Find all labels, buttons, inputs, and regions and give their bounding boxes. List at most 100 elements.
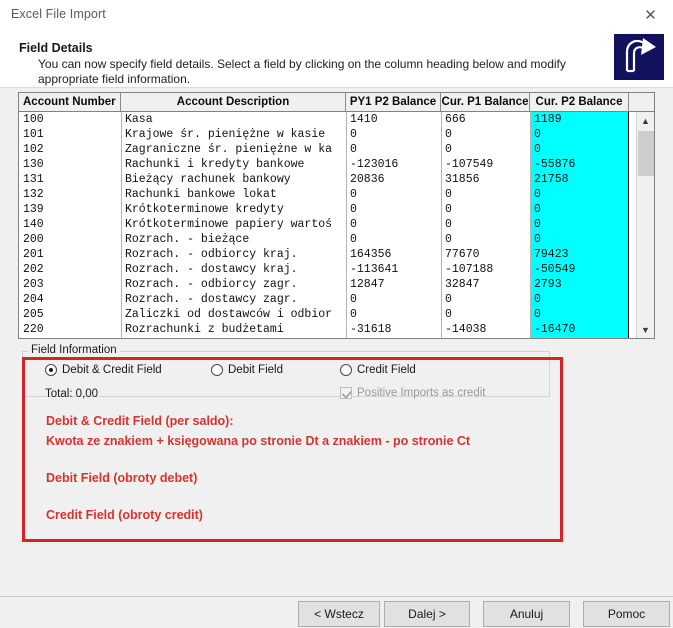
radio-credit-field[interactable]: Credit Field xyxy=(340,364,416,376)
table-cell: -123016 xyxy=(350,158,399,171)
radio-label: Debit Field xyxy=(228,364,283,376)
table-cell: Kasa xyxy=(125,113,153,126)
table-cell: Rozrachunki z budżetami xyxy=(125,323,284,336)
header-band: Field Details You can now specify field … xyxy=(0,31,673,88)
grid-column-header[interactable]: PY1 P2 Balance xyxy=(346,93,441,111)
scrollbar-track[interactable] xyxy=(637,129,654,321)
grid-column-header[interactable]: Cur. P1 Balance xyxy=(441,93,530,111)
grid-column-header[interactable]: Account Description xyxy=(121,93,346,111)
table-cell: 2793 xyxy=(534,278,562,291)
table-cell: 0 xyxy=(350,293,357,306)
table-cell: -16470 xyxy=(534,323,576,336)
grid-header-row[interactable]: Account Number Account Description PY1 P2 … xyxy=(19,93,654,112)
close-icon[interactable]: ✕ xyxy=(628,0,673,31)
annotation-debit-field: Debit Field (obroty debet) xyxy=(46,471,198,485)
table-cell: Rozrach. - dostawcy kraj. xyxy=(125,263,298,276)
table-row[interactable]: 101 Krajowe śr. pieniężne w kasie 0 0 0 xyxy=(19,127,637,142)
table-cell: 203 xyxy=(23,278,44,291)
table-cell: 0 xyxy=(350,233,357,246)
table-cell: 20836 xyxy=(350,173,385,186)
back-button[interactable]: < Wstecz xyxy=(298,601,380,627)
table-cell: Zaliczki od dostawców i odbior xyxy=(125,308,333,321)
table-cell: Rozrach. - odbiorcy zagr. xyxy=(125,278,298,291)
table-cell: 31856 xyxy=(445,173,480,186)
page-title: Field Details xyxy=(19,41,93,55)
table-row[interactable]: 202 Rozrach. - dostawcy kraj. -113641 -1071… xyxy=(19,262,637,277)
next-button[interactable]: Dalej > xyxy=(384,601,470,627)
table-cell: 0 xyxy=(445,128,452,141)
table-cell: 1410 xyxy=(350,113,378,126)
table-row[interactable]: 204 Rozrach. - dostawcy zagr. 0 0 0 xyxy=(19,292,637,307)
grid-vertical-scrollbar[interactable]: ▲ ▼ xyxy=(636,112,654,338)
cancel-button[interactable]: Anuluj xyxy=(483,601,570,627)
field-preview-grid[interactable]: Account Number Account Description PY1 P2 … xyxy=(18,92,655,339)
table-cell: 202 xyxy=(23,263,44,276)
table-cell: 0 xyxy=(534,128,541,141)
table-row[interactable]: 102 Zagraniczne śr. pieniężne w ka 0 0 0 xyxy=(19,142,637,157)
table-cell: 132 xyxy=(23,188,44,201)
table-row[interactable]: 203 Rozrach. - odbiorcy zagr. 12847 32847 27… xyxy=(19,277,637,292)
grid-column-header[interactable]: Cur. P2 Balance xyxy=(530,93,629,111)
table-cell: 0 xyxy=(445,218,452,231)
table-cell: Krótkoterminowe kredyty xyxy=(125,203,284,216)
table-cell: 130 xyxy=(23,158,44,171)
table-row[interactable]: 201 Rozrach. - odbiorcy kraj. 164356 77670 7… xyxy=(19,247,637,262)
table-row[interactable]: 131 Bieżący rachunek bankowy 20836 31856 217… xyxy=(19,172,637,187)
table-cell: 12847 xyxy=(350,278,385,291)
table-cell: 140 xyxy=(23,218,44,231)
table-row[interactable]: 140 Krótkoterminowe papiery wartoś 0 0 0 xyxy=(19,217,637,232)
help-button[interactable]: Pomoc xyxy=(583,601,670,627)
table-row[interactable]: 130 Rachunki i kredyty bankowe -123016 -107… xyxy=(19,157,637,172)
table-cell: 0 xyxy=(534,203,541,216)
table-cell: 131 xyxy=(23,173,44,186)
annotation-debit-credit-detail: Kwota ze znakiem + księgowana po stronie… xyxy=(46,434,471,448)
positive-imports-as-credit-checkbox: Positive Imports as credit xyxy=(340,387,485,399)
table-cell: Rachunki bankowe lokat xyxy=(125,188,277,201)
table-row[interactable]: 205 Zaliczki od dostawców i odbior 0 0 0 xyxy=(19,307,637,322)
table-cell: 201 xyxy=(23,248,44,261)
table-cell: 0 xyxy=(350,308,357,321)
total-label: Total: 0,00 xyxy=(45,388,99,400)
table-cell: 205 xyxy=(23,308,44,321)
table-cell: 139 xyxy=(23,203,44,216)
radio-debit-field[interactable]: Debit Field xyxy=(211,364,283,376)
table-cell: Krótkoterminowe papiery wartoś xyxy=(125,218,333,231)
table-cell: 0 xyxy=(350,218,357,231)
table-cell: 77670 xyxy=(445,248,480,261)
title-bar: Excel File Import ✕ xyxy=(0,0,673,31)
grid-body[interactable]: 100 Kasa 1410 666 1189 101 Krajowe śr. pienięż… xyxy=(19,112,637,338)
footer-divider xyxy=(0,596,673,597)
chevron-down-icon[interactable]: ▼ xyxy=(637,321,654,338)
table-cell: -107188 xyxy=(445,263,494,276)
page-description: You can now specify field details. Selec… xyxy=(38,57,566,86)
table-cell: 0 xyxy=(445,203,452,216)
table-row[interactable]: 139 Krótkoterminowe kredyty 0 0 0 xyxy=(19,202,637,217)
scrollbar-thumb[interactable] xyxy=(638,131,654,176)
table-cell: 0 xyxy=(445,293,452,306)
curved-arrow-logo-icon xyxy=(614,34,664,80)
grid-column-header[interactable]: Account Number xyxy=(19,93,121,111)
table-cell: Rozrach. - odbiorcy kraj. xyxy=(125,248,298,261)
table-cell: 79423 xyxy=(534,248,569,261)
table-cell: 0 xyxy=(445,143,452,156)
table-cell: 204 xyxy=(23,293,44,306)
table-cell: 0 xyxy=(445,188,452,201)
table-cell: 0 xyxy=(445,233,452,246)
table-cell: 101 xyxy=(23,128,44,141)
table-row[interactable]: 132 Rachunki bankowe lokat 0 0 0 xyxy=(19,187,637,202)
table-cell: -113641 xyxy=(350,263,399,276)
table-cell: Rachunki i kredyty bankowe xyxy=(125,158,305,171)
radio-debit-and-credit-field[interactable]: Debit & Credit Field xyxy=(45,364,162,376)
window-title: Excel File Import xyxy=(11,7,106,21)
table-row[interactable]: 200 Rozrach. - bieżące 0 0 0 xyxy=(19,232,637,247)
table-row[interactable]: 220 Rozrachunki z budżetami -31618 -14038 -1… xyxy=(19,322,637,337)
table-cell: 0 xyxy=(350,188,357,201)
table-cell: 21758 xyxy=(534,173,569,186)
table-cell: 1189 xyxy=(534,113,562,126)
table-cell: 200 xyxy=(23,233,44,246)
table-row[interactable]: 100 Kasa 1410 666 1189 xyxy=(19,112,637,127)
table-cell: -14038 xyxy=(445,323,487,336)
radio-indicator-icon xyxy=(211,364,223,376)
chevron-up-icon[interactable]: ▲ xyxy=(637,112,654,129)
table-cell: 0 xyxy=(350,203,357,216)
